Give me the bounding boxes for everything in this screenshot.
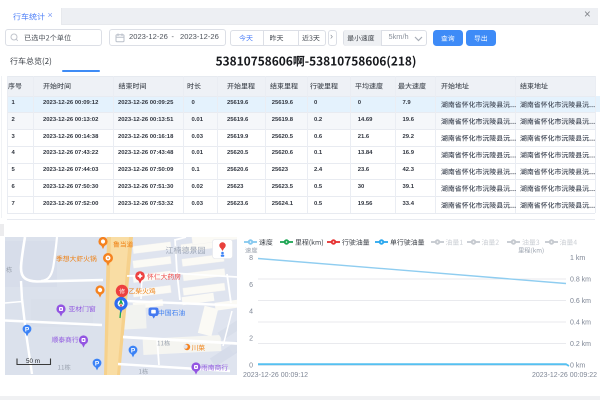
svg-text:2023-12-26 00:09:12: 2023-12-26 00:09:12 [243, 372, 308, 379]
svg-text:0.8 km: 0.8 km [570, 276, 591, 283]
svg-text:0.4 km: 0.4 km [570, 319, 591, 326]
svg-text:4: 4 [249, 309, 253, 316]
svg-text:P: P [131, 347, 136, 354]
svg-text:P: P [95, 360, 100, 367]
svg-text:8: 8 [249, 255, 253, 262]
svg-text:0 km: 0 km [570, 362, 585, 369]
svg-text:2023-12-26 00:09:22: 2023-12-26 00:09:22 [532, 372, 597, 379]
svg-text:1 km: 1 km [570, 255, 585, 262]
svg-text:50 m: 50 m [26, 358, 40, 365]
svg-text:P: P [25, 326, 30, 333]
svg-text:0.6 km: 0.6 km [570, 298, 591, 305]
svg-text:0: 0 [249, 362, 253, 369]
svg-text:6: 6 [249, 282, 253, 289]
svg-text:2: 2 [249, 336, 253, 343]
svg-text:0.2 km: 0.2 km [570, 341, 591, 348]
